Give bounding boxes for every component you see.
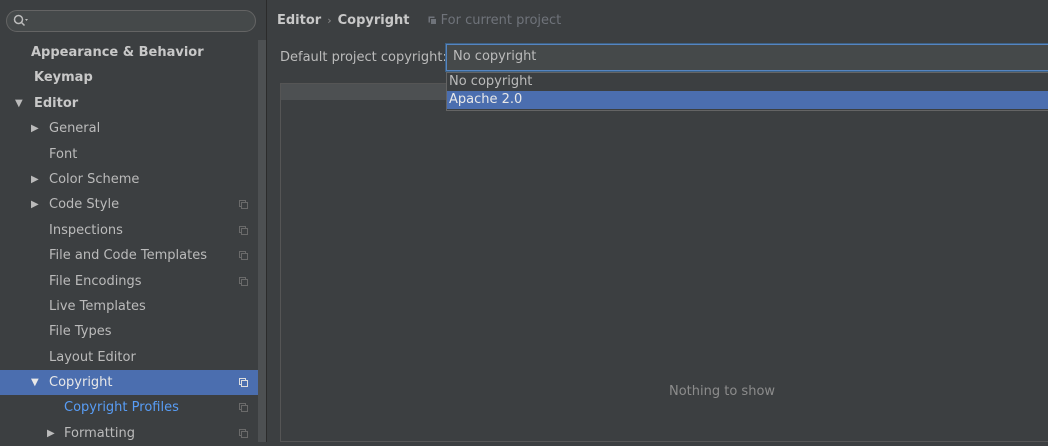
tree-item-label: Keymap: [34, 70, 93, 86]
tree-item-file-encodings[interactable]: File Encodings: [0, 269, 258, 294]
default-copyright-label: Default project copyright:: [280, 50, 447, 65]
copyright-dropdown-list: No copyright Apache 2.0: [446, 72, 1048, 111]
dropdown-option-no-copyright[interactable]: No copyright: [447, 73, 1048, 91]
collapsed-arrow-icon[interactable]: ▶: [47, 421, 55, 446]
tree-item-label: Layout Editor: [49, 349, 136, 365]
project-scope-icon: [239, 378, 248, 388]
expanded-arrow-icon[interactable]: ▼: [15, 91, 23, 116]
breadcrumb: Editor › Copyright For current project: [277, 13, 561, 31]
tree-item-copyright[interactable]: ▼ Copyright: [0, 370, 258, 396]
tree-item-label: Inspections: [49, 222, 123, 238]
tree-item-file-code-templates[interactable]: File and Code Templates: [0, 243, 258, 268]
settings-content: Editor › Copyright For current project Def…: [267, 0, 1048, 442]
empty-state-text: Nothing to show: [669, 384, 776, 399]
tree-item-copyright-profiles[interactable]: Copyright Profiles: [0, 395, 258, 420]
tree-item-editor[interactable]: ▼ Editor: [0, 91, 258, 116]
tree-item-label: Color Scheme: [49, 171, 140, 187]
expanded-arrow-icon[interactable]: ▼: [31, 370, 39, 395]
scope-label: For current project: [440, 13, 562, 28]
tree-item-label: General: [49, 121, 101, 137]
sidebar-scrollbar[interactable]: [258, 40, 266, 442]
scope-indicator: For current project: [428, 13, 562, 28]
tree-item-label: Formatting: [64, 425, 136, 441]
default-copyright-combobox[interactable]: No copyright: [446, 44, 1048, 71]
breadcrumb-page: Copyright: [337, 13, 410, 28]
project-scope-icon: [239, 225, 248, 235]
combobox-value: No copyright: [453, 49, 537, 64]
tree-item-label: Appearance & Behavior: [31, 45, 204, 60]
tree-item-code-style[interactable]: ▶ Code Style: [0, 192, 258, 217]
tree-item-label: Font: [49, 146, 78, 162]
tree-item-inspections[interactable]: Inspections: [0, 218, 258, 243]
tree-item-appearance-behavior[interactable]: Appearance & Behavior: [0, 40, 258, 65]
collapsed-arrow-icon[interactable]: ▶: [31, 167, 39, 192]
collapsed-arrow-icon[interactable]: ▶: [31, 192, 39, 217]
project-scope-icon: [239, 403, 248, 413]
project-scope-icon: [239, 251, 248, 261]
tree-item-label: File Encodings: [49, 273, 142, 289]
dropdown-option-apache[interactable]: Apache 2.0: [447, 91, 1048, 109]
tree-item-label: Editor: [34, 95, 79, 111]
tree-item-formatting[interactable]: ▶ Formatting: [0, 421, 258, 446]
tree-item-font[interactable]: Font: [0, 142, 258, 167]
collapsed-arrow-icon[interactable]: ▶: [31, 116, 39, 141]
tree-item-keymap[interactable]: Keymap: [0, 65, 258, 90]
tree-item-label: Copyright: [49, 375, 113, 391]
search-input[interactable]: [6, 10, 256, 32]
settings-tree: Appearance & Behavior Keymap ▼ Editor ▶ …: [0, 40, 258, 446]
breadcrumb-separator: ›: [327, 14, 332, 27]
tree-item-label: Copyright Profiles: [64, 400, 179, 416]
project-scope-icon: [239, 276, 248, 286]
tree-item-color-scheme[interactable]: ▶ Color Scheme: [0, 167, 258, 192]
settings-sidebar: Appearance & Behavior Keymap ▼ Editor ▶ …: [0, 0, 267, 442]
tree-item-general[interactable]: ▶ General: [0, 116, 258, 141]
copyright-scopes-table: Nothing to show: [280, 83, 1048, 442]
tree-item-label: Live Templates: [49, 298, 146, 314]
project-scope-icon: [239, 428, 248, 438]
tree-item-file-types[interactable]: File Types: [0, 319, 258, 344]
tree-item-live-templates[interactable]: Live Templates: [0, 294, 258, 319]
project-scope-icon: [239, 200, 248, 210]
tree-item-layout-editor[interactable]: Layout Editor: [0, 345, 258, 370]
tree-item-label: Code Style: [49, 197, 120, 213]
project-scope-icon: [428, 16, 437, 25]
tree-item-label: File Types: [49, 324, 112, 340]
search-icon: [13, 14, 28, 27]
breadcrumb-section: Editor: [277, 13, 322, 28]
tree-item-label: File and Code Templates: [49, 248, 207, 264]
